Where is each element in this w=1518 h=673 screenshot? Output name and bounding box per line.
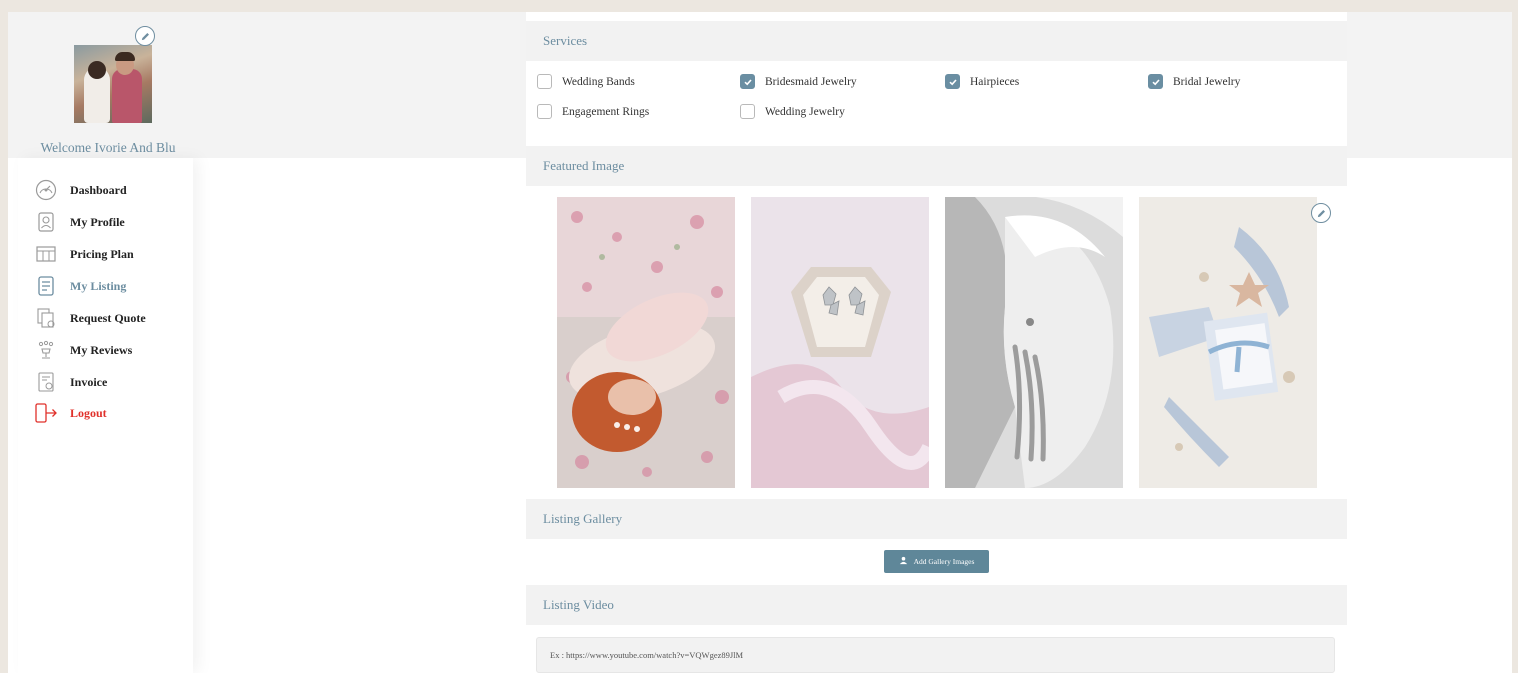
featured-image-bride-flowers[interactable] bbox=[557, 197, 735, 488]
sidebar-item-invoice[interactable]: Invoice bbox=[34, 370, 107, 394]
add-gallery-images-button[interactable]: Add Gallery Images bbox=[884, 550, 989, 573]
sidebar-item-label: My Listing bbox=[70, 278, 127, 293]
sidebar: Dashboard My Profile Pricing Plan My Lis… bbox=[18, 158, 193, 673]
video-url-input[interactable] bbox=[536, 637, 1335, 673]
sidebar-item-label: My Reviews bbox=[70, 342, 133, 357]
sidebar-item-label: Dashboard bbox=[70, 182, 127, 197]
dashboard-gauge-icon bbox=[34, 178, 58, 202]
section-title: Featured Image bbox=[543, 158, 625, 173]
section-title: Listing Video bbox=[543, 597, 614, 612]
sidebar-item-my-listing[interactable]: My Listing bbox=[34, 274, 126, 298]
button-label: Add Gallery Images bbox=[913, 557, 975, 566]
checkbox-unchecked-icon[interactable] bbox=[537, 74, 552, 89]
featured-image-bridal-shoes[interactable] bbox=[1139, 197, 1317, 488]
sidebar-item-pricing-plan[interactable]: Pricing Plan bbox=[34, 242, 134, 266]
edit-featured-image-pencil-icon[interactable] bbox=[1311, 203, 1331, 223]
service-option-wedding-jewelry[interactable]: Wedding Jewelry bbox=[740, 104, 845, 119]
featured-image-earrings-box[interactable] bbox=[751, 197, 929, 488]
sidebar-item-label: Request Quote bbox=[70, 310, 146, 325]
sidebar-item-label: Pricing Plan bbox=[70, 246, 134, 261]
sidebar-item-my-reviews[interactable]: My Reviews bbox=[34, 338, 132, 362]
section-title: Listing Gallery bbox=[543, 511, 623, 526]
welcome-text: Welcome Ivorie And Blu bbox=[40, 140, 176, 155]
sidebar-item-request-quote[interactable]: Request Quote bbox=[34, 306, 146, 330]
section-title: Services bbox=[543, 33, 588, 48]
sidebar-item-label: Logout bbox=[70, 405, 107, 420]
sidebar-item-logout[interactable]: Logout bbox=[34, 401, 107, 425]
service-option-hairpieces[interactable]: Hairpieces bbox=[945, 74, 1019, 89]
quote-documents-icon bbox=[34, 306, 58, 330]
upload-user-icon bbox=[899, 556, 908, 567]
avatar[interactable] bbox=[74, 45, 152, 123]
service-option-bridal-jewelry[interactable]: Bridal Jewelry bbox=[1148, 74, 1240, 89]
profile-card-icon bbox=[34, 210, 58, 234]
checkbox-checked-icon[interactable] bbox=[945, 74, 960, 89]
invoice-icon bbox=[34, 370, 58, 394]
service-option-wedding-bands[interactable]: Wedding Bands bbox=[537, 74, 635, 89]
listing-document-icon bbox=[34, 274, 58, 298]
section-header-services: Services bbox=[526, 21, 1347, 61]
section-header-featured-image: Featured Image bbox=[526, 146, 1347, 186]
section-header-listing-gallery: Listing Gallery bbox=[526, 499, 1347, 539]
checkbox-checked-icon[interactable] bbox=[740, 74, 755, 89]
profile-area: Welcome Ivorie And Blu bbox=[8, 12, 208, 158]
sidebar-item-my-profile[interactable]: My Profile bbox=[34, 210, 125, 234]
checkbox-unchecked-icon[interactable] bbox=[537, 104, 552, 119]
edit-avatar-pencil-icon[interactable] bbox=[135, 26, 155, 46]
reviews-trophy-icon bbox=[34, 338, 58, 362]
logout-door-icon bbox=[34, 401, 58, 425]
service-option-bridesmaid-jewelry[interactable]: Bridesmaid Jewelry bbox=[740, 74, 857, 89]
sidebar-item-label: My Profile bbox=[70, 214, 125, 229]
pricing-table-icon bbox=[34, 242, 58, 266]
checkbox-unchecked-icon[interactable] bbox=[740, 104, 755, 119]
checkbox-checked-icon[interactable] bbox=[1148, 74, 1163, 89]
sidebar-item-label: Invoice bbox=[70, 374, 108, 389]
section-header-listing-video: Listing Video bbox=[526, 585, 1347, 625]
featured-image-bride-earring[interactable] bbox=[945, 197, 1123, 488]
service-option-engagement-rings[interactable]: Engagement Rings bbox=[537, 104, 649, 119]
sidebar-item-dashboard[interactable]: Dashboard bbox=[34, 178, 127, 202]
